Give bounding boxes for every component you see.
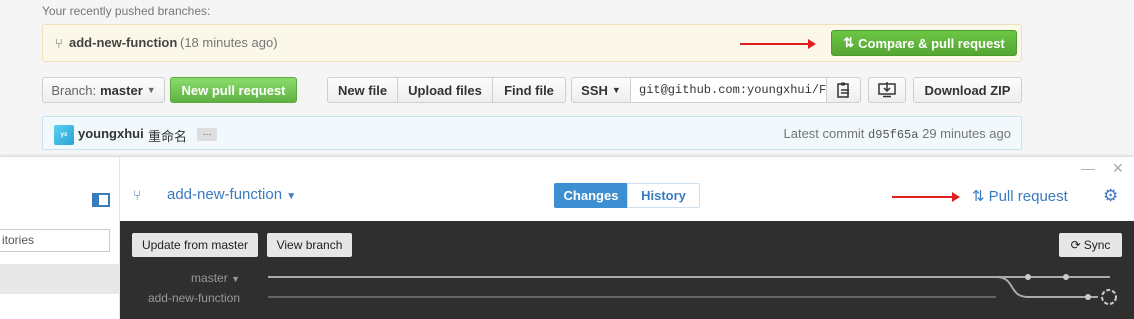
commit-author[interactable]: youngxhui — [78, 126, 144, 141]
annotation-arrow — [892, 192, 960, 202]
caret-down-icon: ▼ — [146, 85, 156, 95]
new-file-button[interactable]: New file — [327, 77, 398, 103]
clone-protocol-label: SSH — [581, 82, 608, 98]
open-in-desktop-button[interactable] — [868, 77, 906, 103]
branch-prefix: Branch: — [51, 82, 97, 98]
clone-url-input[interactable]: git@github.com:youngxhui/Fi — [630, 77, 827, 103]
toggle-sidebar-icon[interactable] — [92, 193, 110, 207]
update-from-master-button[interactable]: Update from master — [132, 233, 258, 257]
branch-icon: ⑂ — [133, 187, 142, 203]
caret-down-icon: ▼ — [286, 191, 297, 202]
pull-request-label: Pull request — [988, 187, 1068, 205]
sync-icon: ⟳ — [1070, 238, 1081, 252]
pull-request-icon: ⇅ — [972, 188, 985, 205]
lane-master-text: master — [191, 271, 228, 285]
current-branch-label: add-new-function — [167, 186, 283, 203]
download-zip-button[interactable]: Download ZIP — [913, 77, 1022, 103]
branch-select-button[interactable]: Branch: master ▼ — [42, 77, 165, 103]
branch-curve — [995, 276, 1098, 298]
pull-request-button[interactable]: ⇅ Pull request — [972, 187, 1068, 206]
pull-request-icon: ⇅ — [843, 35, 855, 50]
clone-protocol-button[interactable]: SSH ▼ — [571, 77, 631, 103]
latest-commit-bar: yx youngxhui 重命名 … Latest commit d95f65a… — [42, 116, 1022, 150]
repository-filter-input[interactable]: itories — [0, 229, 110, 252]
github-desktop-window: — ✕ itories ⑂ add-new-function ▼ Changes… — [0, 157, 1134, 319]
sync-button[interactable]: ⟳ Sync — [1059, 233, 1122, 257]
upload-files-button[interactable]: Upload files — [397, 77, 493, 103]
branch-icon: ⑂ — [55, 36, 63, 51]
repository-sidebar: itories — [0, 157, 120, 319]
annotation-arrow — [740, 39, 816, 49]
tab-history[interactable]: History — [627, 183, 700, 208]
lane-label-master: master ▼ — [191, 271, 240, 285]
commit-time: 29 minutes ago — [922, 126, 1011, 141]
recently-pushed-banner: ⑂ add-new-function (18 minutes ago) ⇅ Co… — [42, 24, 1022, 62]
pending-commit-node — [1101, 289, 1117, 305]
avatar[interactable]: yx — [54, 125, 74, 145]
view-branch-button[interactable]: View branch — [267, 233, 352, 257]
new-pull-request-button[interactable]: New pull request — [170, 77, 297, 103]
commit-node — [1085, 294, 1091, 300]
lane-label-feature: add-new-function — [147, 291, 240, 305]
latest-commit-label: Latest commit — [783, 126, 865, 141]
selected-repository-item[interactable] — [0, 264, 120, 294]
expand-commit-button[interactable]: … — [197, 128, 217, 141]
caret-down-icon: ▼ — [231, 274, 240, 284]
pushed-branch-name[interactable]: add-new-function — [69, 35, 177, 50]
sync-label: Sync — [1083, 238, 1111, 252]
compare-pull-request-button[interactable]: ⇅ Compare & pull request — [831, 30, 1017, 56]
commit-sha[interactable]: d95f65a — [868, 128, 918, 142]
gear-icon[interactable]: ⚙ — [1103, 186, 1118, 206]
desktop-download-icon — [878, 82, 896, 98]
copy-clipboard-button[interactable] — [826, 77, 861, 103]
commit-node — [1025, 274, 1031, 280]
branch-value: master — [100, 82, 143, 98]
close-icon[interactable]: ✕ — [1112, 160, 1124, 177]
minimize-icon[interactable]: — — [1081, 160, 1095, 176]
pushed-time: (18 minutes ago) — [180, 35, 278, 50]
commit-message[interactable]: 重命名 — [148, 126, 187, 145]
commit-node — [1063, 274, 1069, 280]
commit-graph — [268, 274, 1117, 305]
github-repo-page: Your recently pushed branches: ⑂ add-new… — [0, 0, 1134, 160]
compare-button-label: Compare & pull request — [858, 35, 1005, 51]
branch-graph-panel: Update from master View branch ⟳ Sync ma… — [120, 221, 1134, 319]
current-branch-selector[interactable]: add-new-function ▼ — [167, 186, 296, 203]
find-file-button[interactable]: Find file — [492, 77, 566, 103]
clipboard-icon — [836, 82, 849, 98]
caret-down-icon: ▼ — [611, 85, 621, 95]
latest-commit-info: Latest commit d95f65a 29 minutes ago — [784, 126, 1012, 142]
tab-changes[interactable]: Changes — [554, 183, 628, 208]
recently-pushed-label: Your recently pushed branches: — [42, 4, 211, 18]
